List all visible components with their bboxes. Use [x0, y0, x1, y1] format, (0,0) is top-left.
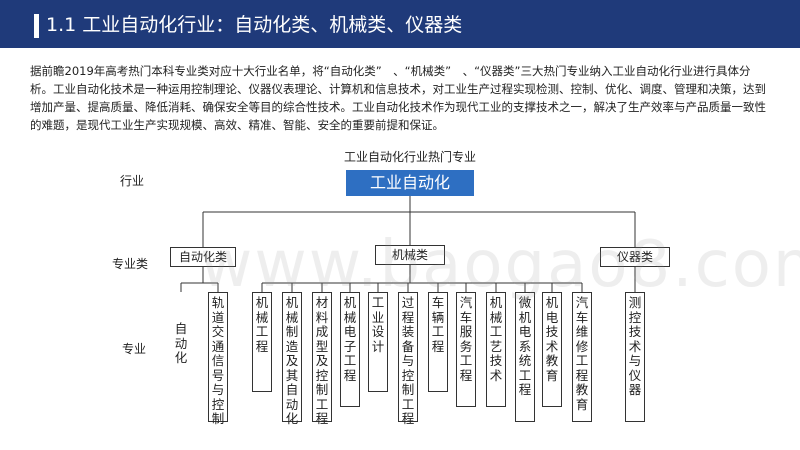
major-leaf: 微机电系统工程 [515, 292, 535, 422]
major-leaf: 轨道交通信号与控制 [208, 292, 228, 426]
major-leaf: 机械工艺技术 [486, 292, 506, 407]
major-leaf: 车辆工程 [428, 292, 448, 392]
major-leaf: 汽车维修工程教育 [572, 292, 592, 422]
major-leaf: 汽车服务工程 [456, 292, 476, 407]
major-leaf: 测控技术与仪器 [625, 292, 645, 422]
root-node: 工业自动化 [346, 170, 474, 196]
major-leaf: 机械制造及其自动化 [282, 292, 302, 426]
major-leaf: 自动化 [174, 321, 188, 365]
major-leaf: 机电技术教育 [542, 292, 562, 407]
major-leaf: 机械电子工程 [340, 292, 360, 407]
major-leaf: 过程装备与控制工程 [398, 292, 418, 426]
major-leaf: 材料成型及控制工程 [312, 292, 332, 426]
major-leaf: 工业设计 [368, 292, 388, 392]
watermark: www.baogao8.com [200, 228, 800, 302]
major-leaf: 机械工程 [252, 292, 272, 392]
